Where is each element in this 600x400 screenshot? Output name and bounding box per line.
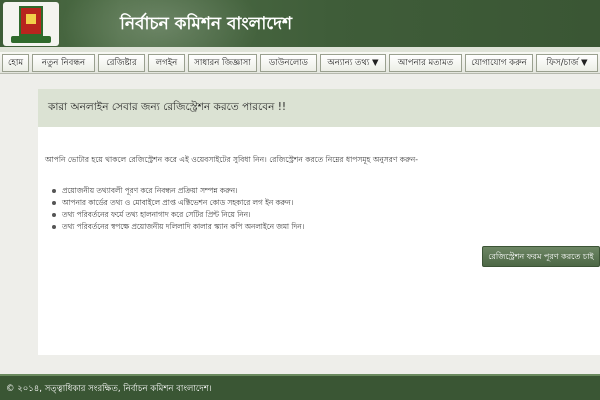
nav-item-other-info[interactable]: অন্যান্য তথ্য ▼ xyxy=(320,54,386,72)
bullet-icon xyxy=(52,189,56,193)
nav-item-download[interactable]: ডাউনলোড xyxy=(260,54,317,72)
steps-list: প্রয়োজনীয় তথ্যাবলী পূরণ করে নিবন্ধন প্… xyxy=(52,185,304,233)
nav-item-contact[interactable]: যোগাযোগ করুন xyxy=(465,54,533,72)
list-item: তথ্য পরিবর্তনের ফর্মে তথ্য হালনাগাদ করে … xyxy=(52,209,304,221)
site-header: নির্বাচন কমিশন বাংলাদেশ xyxy=(0,0,600,47)
site-title: নির্বাচন কমিশন বাংলাদেশ xyxy=(120,14,293,34)
step-text: তথ্য পরিবর্তনের স্বপক্ষে প্রয়োজনীয় দলি… xyxy=(62,222,305,231)
nav-item-new-registration[interactable]: নতুন নিবন্ধন xyxy=(32,54,95,72)
notice-text: কারা অনলাইন সেবার জন্য রেজিস্ট্রেশন করতে… xyxy=(48,101,287,113)
nav-item-register[interactable]: রেজিষ্টার xyxy=(98,54,145,72)
main-content: কারা অনলাইন সেবার জন্য রেজিস্ট্রেশন করতে… xyxy=(38,89,600,355)
nav-item-home[interactable]: হোম xyxy=(2,54,29,72)
nav-item-feedback[interactable]: আপনার মতামত xyxy=(389,54,462,72)
nav-item-faq[interactable]: সাধারন জিজ্ঞাসা xyxy=(188,54,257,72)
main-navigation: হোম নতুন নিবন্ধন রেজিষ্টার লগইন সাধারন জ… xyxy=(0,52,600,74)
list-item: প্রয়োজনীয় তথ্যাবলী পূরণ করে নিবন্ধন প্… xyxy=(52,185,304,197)
list-item: আপনার কার্ডের তথ্য ও মোবাইলে প্রাপ্ত এক্… xyxy=(52,197,304,209)
step-text: প্রয়োজনীয় তথ্যাবলী পূরণ করে নিবন্ধন প্… xyxy=(62,186,238,195)
nav-item-login[interactable]: লগইন xyxy=(148,54,185,72)
election-commission-seal-icon[interactable] xyxy=(3,2,59,46)
register-form-button[interactable]: রেজিস্ট্রেশন ফরম পূরণ করতে চাই xyxy=(482,246,600,267)
seal-ribbon xyxy=(11,36,51,43)
step-text: আপনার কার্ডের তথ্য ও মোবাইলে প্রাপ্ত এক্… xyxy=(62,198,294,207)
step-text: তথ্য পরিবর্তনের ফর্মে তথ্য হালনাগাদ করে … xyxy=(62,210,251,219)
bullet-icon xyxy=(52,213,56,217)
list-item: তথ্য পরিবর্তনের স্বপক্ষে প্রয়োজনীয় দলি… xyxy=(52,221,304,233)
nav-item-fees[interactable]: ফিস/চার্জ ▼ xyxy=(536,54,598,72)
copyright-text: © ২০১৪, সত্ত্বাধিকার সংরক্ষিত, নির্বাচন … xyxy=(6,384,212,394)
site-footer: © ২০১৪, সত্ত্বাধিকার সংরক্ষিত, নির্বাচন … xyxy=(0,374,600,400)
bullet-icon xyxy=(52,201,56,205)
bullet-icon xyxy=(52,225,56,229)
intro-text: আপনি ভোটার হয়ে থাকলে রেজিস্ট্রেশন করে এ… xyxy=(45,155,418,164)
seal-emblem xyxy=(19,6,43,36)
notice-banner: কারা অনলাইন সেবার জন্য রেজিস্ট্রেশন করতে… xyxy=(38,89,600,127)
